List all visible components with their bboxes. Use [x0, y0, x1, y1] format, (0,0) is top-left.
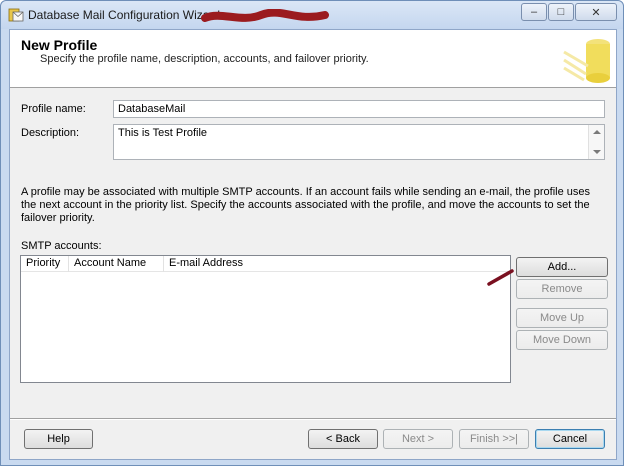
wizard-window: Database Mail Configuration Wizard – □ ✕…	[0, 0, 624, 466]
footer-divider-highlight	[10, 419, 616, 420]
move-down-button[interactable]: Move Down	[516, 330, 608, 350]
column-account-name[interactable]: Account Name	[69, 256, 164, 272]
column-priority[interactable]: Priority	[21, 256, 69, 272]
profile-name-input[interactable]: DatabaseMail	[113, 100, 605, 118]
window-title: Database Mail Configuration Wizard	[28, 8, 221, 22]
finish-button[interactable]: Finish >>|	[459, 429, 529, 449]
wizard-client-area: New Profile Specify the profile name, de…	[9, 29, 617, 460]
add-button[interactable]: Add...	[516, 257, 608, 277]
list-header: Priority Account Name E-mail Address	[21, 256, 510, 272]
help-button[interactable]: Help	[24, 429, 93, 449]
annotation-pen-stroke	[487, 269, 514, 286]
minimize-button[interactable]: –	[521, 3, 547, 21]
next-button[interactable]: Next >	[383, 429, 453, 449]
remove-button[interactable]: Remove	[516, 279, 608, 299]
database-mail-app-icon	[8, 8, 24, 22]
page-title: New Profile	[21, 37, 98, 53]
description-textarea[interactable]: This is Test Profile	[113, 124, 605, 160]
move-up-button[interactable]: Move Up	[516, 308, 608, 328]
profile-name-label: Profile name:	[21, 103, 86, 115]
scroll-up-icon[interactable]	[593, 130, 601, 134]
database-mail-icon	[563, 39, 610, 83]
minimize-icon: –	[530, 6, 538, 18]
page-subtitle: Specify the profile name, description, a…	[40, 53, 369, 65]
title-bar[interactable]: Database Mail Configuration Wizard – □ ✕	[1, 1, 623, 29]
description-scrollbar[interactable]	[588, 125, 604, 159]
smtp-accounts-list[interactable]: Priority Account Name E-mail Address	[20, 255, 511, 383]
close-icon: ✕	[591, 6, 601, 19]
smtp-accounts-label: SMTP accounts:	[21, 240, 102, 252]
column-email-address[interactable]: E-mail Address	[164, 256, 510, 272]
scroll-down-icon[interactable]	[593, 150, 601, 154]
cancel-button[interactable]: Cancel	[535, 429, 605, 449]
description-text: This is Test Profile	[118, 127, 208, 139]
back-button[interactable]: < Back	[308, 429, 378, 449]
close-button[interactable]: ✕	[575, 3, 617, 21]
maximize-button[interactable]: □	[548, 3, 574, 21]
window-controls: – □ ✕	[520, 3, 617, 21]
redaction-scribble	[201, 9, 329, 22]
description-label: Description:	[21, 127, 80, 139]
maximize-icon: □	[557, 6, 565, 18]
info-paragraph: A profile may be associated with multipl…	[21, 186, 591, 224]
wizard-header: New Profile Specify the profile name, de…	[10, 30, 616, 88]
